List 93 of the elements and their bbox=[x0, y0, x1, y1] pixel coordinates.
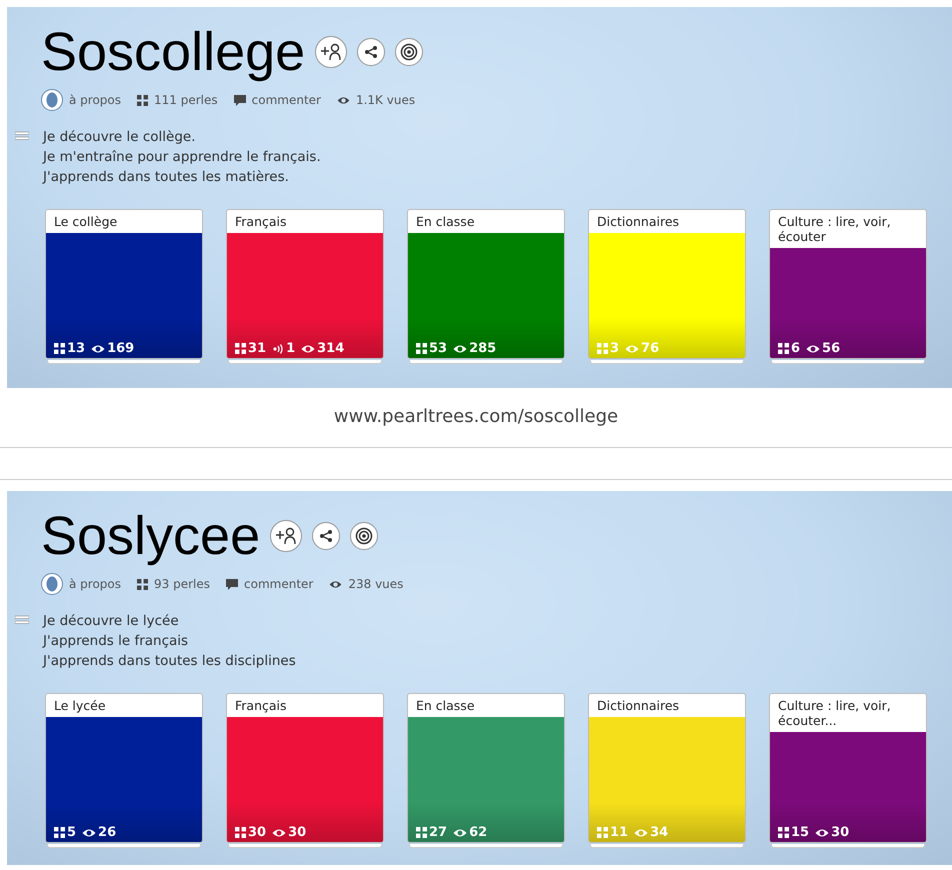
eye-icon bbox=[806, 344, 820, 354]
stat-count: 13 bbox=[67, 341, 86, 356]
description-line: Je m'entraîne pour apprendre le français. bbox=[43, 148, 321, 167]
collection-card[interactable]: Dictionnaires 11 34 bbox=[588, 693, 746, 843]
about-link[interactable]: à propos bbox=[69, 577, 122, 591]
stat-count: 11 bbox=[610, 825, 628, 840]
stat-count: 30 bbox=[248, 825, 266, 840]
card-title: Dictionnaires bbox=[596, 697, 680, 715]
stat-count: 31 bbox=[248, 341, 266, 356]
grid-icon bbox=[416, 343, 427, 354]
stat-count: 15 bbox=[791, 825, 810, 840]
description-line: Je découvre le lycée bbox=[43, 612, 180, 631]
stat-count: 76 bbox=[641, 341, 660, 356]
eye-icon bbox=[453, 828, 468, 838]
comment-icon bbox=[226, 578, 238, 590]
pearl-count: 93 perles bbox=[154, 577, 210, 591]
eye-icon bbox=[625, 344, 640, 354]
stat-count: 30 bbox=[288, 825, 306, 840]
eye-icon bbox=[272, 828, 286, 838]
collection-card[interactable]: Culture : lire, voir, écouter... 15 30 bbox=[769, 693, 927, 843]
stat-count: 56 bbox=[822, 341, 840, 356]
add-person-icon[interactable] bbox=[270, 520, 302, 552]
grid-icon bbox=[597, 827, 608, 838]
eye-icon bbox=[634, 828, 648, 838]
sound-icon bbox=[272, 344, 284, 354]
collection-card[interactable]: Le collège 13 169 bbox=[45, 209, 203, 359]
grid-icon bbox=[597, 343, 608, 354]
description-line: J'apprends dans toutes les disciplines bbox=[43, 652, 296, 671]
collection-card[interactable]: Dictionnaires 3 76 bbox=[588, 209, 746, 359]
card-title: Français bbox=[234, 213, 288, 231]
collection-title: Soslycee bbox=[41, 505, 260, 568]
card-title: Culture : lire, voir, écouter... bbox=[777, 697, 892, 730]
stat-count: 27 bbox=[429, 825, 448, 840]
eye-icon bbox=[815, 828, 830, 838]
grid-icon bbox=[416, 827, 427, 838]
avatar-icon[interactable] bbox=[41, 573, 63, 595]
stat-count: 26 bbox=[98, 825, 116, 840]
card-title: En classe bbox=[415, 213, 476, 231]
grid-icon bbox=[235, 827, 246, 838]
eye-icon bbox=[336, 96, 350, 104]
stat-count: 169 bbox=[107, 341, 134, 356]
stat-count: 5 bbox=[67, 825, 76, 840]
page-url: www.pearltrees.com/soscollege bbox=[332, 405, 620, 429]
comment-icon bbox=[234, 94, 246, 106]
stat-count: 34 bbox=[650, 825, 668, 840]
collection-card[interactable]: En classe 27 62 bbox=[407, 693, 565, 843]
collection-card[interactable]: Français 31 1 314 bbox=[226, 209, 384, 359]
stat-count: 1 bbox=[286, 341, 296, 356]
view-count: 238 vues bbox=[348, 577, 404, 591]
comment-link[interactable]: commenter bbox=[244, 577, 314, 591]
grid-icon bbox=[54, 343, 65, 354]
eye-icon bbox=[329, 580, 342, 588]
stat-count: 285 bbox=[469, 341, 496, 356]
pearl-count: 111 perles bbox=[154, 93, 218, 107]
eye-icon bbox=[82, 828, 96, 838]
grid-icon bbox=[778, 343, 789, 354]
view-count: 1.1K vues bbox=[356, 93, 416, 107]
eye-icon bbox=[91, 344, 106, 354]
stat-count: 62 bbox=[469, 825, 488, 840]
card-title: Culture : lire, voir, écouter bbox=[777, 213, 892, 246]
grid-icon bbox=[54, 827, 65, 838]
comment-link[interactable]: commenter bbox=[252, 93, 321, 107]
eye-icon bbox=[301, 344, 316, 354]
card-title: Dictionnaires bbox=[596, 213, 680, 231]
stat-count: 30 bbox=[831, 825, 850, 840]
share-icon[interactable] bbox=[312, 522, 340, 550]
collection-card[interactable]: Français 30 30 bbox=[226, 693, 384, 843]
card-title: Le collège bbox=[53, 213, 118, 231]
grid-icon bbox=[137, 578, 148, 590]
eye-icon bbox=[453, 344, 468, 354]
share-icon[interactable] bbox=[357, 38, 386, 66]
grid-icon bbox=[778, 827, 789, 838]
grid-icon bbox=[137, 94, 148, 106]
card-title: Français bbox=[234, 697, 288, 715]
collection-card[interactable]: Culture : lire, voir, écouter 6 56 bbox=[769, 209, 927, 359]
collection-card[interactable]: En classe 53 285 bbox=[407, 209, 565, 359]
target-icon[interactable] bbox=[395, 38, 424, 66]
stat-count: 6 bbox=[791, 341, 800, 356]
stat-count: 314 bbox=[317, 341, 344, 356]
card-title: En classe bbox=[415, 697, 476, 715]
collection-card[interactable]: Le lycée 5 26 bbox=[45, 693, 203, 843]
card-title: Le lycée bbox=[53, 697, 107, 715]
target-icon[interactable] bbox=[350, 522, 378, 550]
stat-count: 53 bbox=[429, 341, 448, 356]
about-link[interactable]: à propos bbox=[69, 93, 122, 107]
stat-count: 3 bbox=[610, 341, 620, 356]
avatar-icon[interactable] bbox=[41, 89, 63, 111]
description-line: J'apprends dans toutes les matières. bbox=[43, 168, 290, 187]
description-line: J'apprends le français bbox=[43, 632, 190, 651]
collection-title: Soscollege bbox=[41, 21, 306, 84]
add-person-icon[interactable] bbox=[315, 36, 348, 68]
grid-icon bbox=[235, 343, 246, 354]
description-line: Je découvre le collège. bbox=[43, 128, 197, 147]
